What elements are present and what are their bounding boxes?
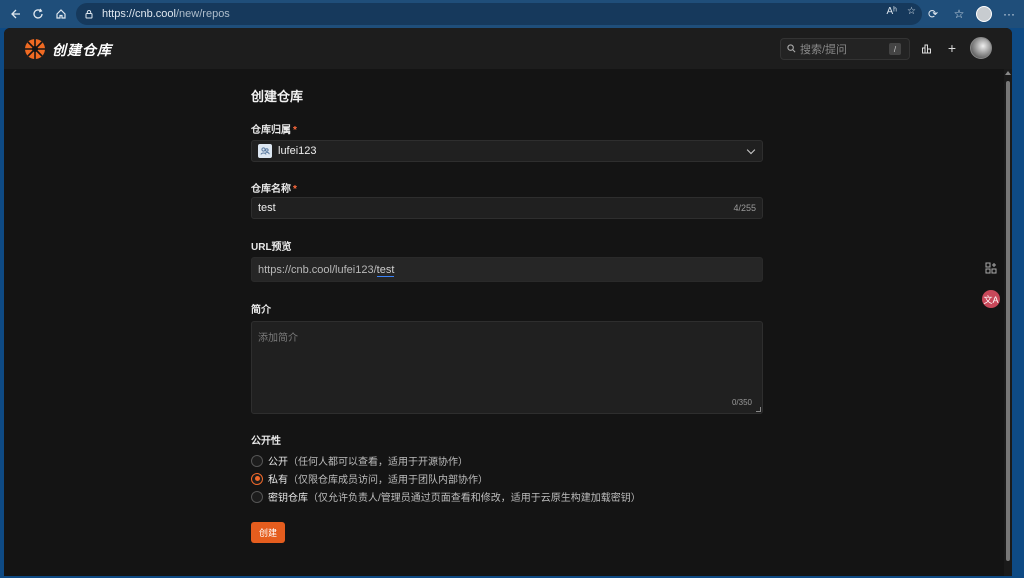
favorites-list-icon[interactable]: ☆: [950, 5, 968, 23]
scroll-up-arrow[interactable]: [1005, 71, 1011, 75]
url-preview-text: https://cnb.cool/lufei123/test: [258, 263, 395, 277]
logo[interactable]: [24, 38, 46, 60]
repo-name-input[interactable]: test 4/255: [251, 197, 763, 219]
owner-label: 仓库归属 *: [251, 125, 297, 136]
favorite-icon[interactable]: ☆: [907, 6, 916, 17]
app-window: 创建仓库 搜索/提问 / + 文A 创建仓库 仓库归属 * lufei123 仓…: [4, 28, 1012, 576]
name-counter: 4/255: [733, 203, 756, 213]
desc-placeholder: 添加简介: [258, 333, 298, 344]
search-icon: [787, 40, 796, 58]
desc-counter: 0/350: [731, 398, 752, 407]
brand-title[interactable]: 创建仓库: [52, 40, 112, 60]
required-mark: *: [293, 125, 297, 136]
profile-avatar[interactable]: [976, 6, 992, 22]
user-avatar[interactable]: [970, 37, 992, 59]
owner-select[interactable]: lufei123: [251, 140, 763, 162]
plus-icon[interactable]: +: [944, 40, 960, 56]
back-icon[interactable]: [4, 3, 26, 25]
search-shortcut: /: [889, 43, 901, 55]
description-textarea[interactable]: 添加简介 0/350: [251, 321, 763, 414]
repo-name-value[interactable]: test: [258, 202, 276, 214]
page-title: 创建仓库: [251, 89, 304, 104]
app-header: 创建仓库 搜索/提问 / +: [4, 28, 1012, 69]
extensions-icon[interactable]: ⟳: [924, 5, 942, 23]
search-placeholder: 搜索/提问: [800, 44, 848, 56]
page-scrollbar[interactable]: [1004, 69, 1012, 576]
radio-public[interactable]: [251, 454, 263, 467]
apps-icon[interactable]: [982, 259, 1000, 277]
chevron-down-icon[interactable]: [746, 145, 756, 155]
lock-icon[interactable]: [82, 7, 96, 21]
browser-toolbar: https://cnb.cool/new/repos Aʰ ☆ ⟳ ☆ ···: [0, 0, 1024, 28]
scroll-thumb[interactable]: [1006, 81, 1010, 561]
address-bar[interactable]: https://cnb.cool/new/repos Aʰ ☆: [76, 3, 922, 25]
visibility-option-private[interactable]: 私有 （仅限仓库成员访问，适用于团队内部协作）: [251, 471, 488, 486]
group-icon: [258, 144, 272, 158]
desc-label: 简介: [251, 305, 271, 316]
url-preview: https://cnb.cool/lufei123/test: [251, 257, 763, 282]
radio-secret[interactable]: [251, 490, 263, 503]
refresh-icon[interactable]: [27, 3, 49, 25]
home-icon[interactable]: [50, 3, 72, 25]
read-aloud-icon[interactable]: Aʰ: [887, 6, 898, 17]
required-mark: *: [293, 184, 297, 195]
more-icon[interactable]: ···: [1000, 5, 1018, 23]
visibility-label: 公开性: [251, 436, 281, 447]
stats-icon[interactable]: [918, 40, 934, 56]
visibility-option-secret[interactable]: 密钥仓库 （仅允许负责人/管理员通过页面查看和修改，适用于云原生构建加载密钥）: [251, 489, 641, 504]
address-url: https://cnb.cool/new/repos: [102, 8, 230, 20]
radio-private[interactable]: [251, 472, 263, 485]
name-label: 仓库名称 *: [251, 184, 297, 195]
owner-value: lufei123: [278, 145, 317, 157]
visibility-option-public[interactable]: 公开 （任何人都可以查看，适用于开源协作）: [251, 453, 468, 468]
translate-icon[interactable]: 文A: [982, 290, 1000, 308]
resize-handle[interactable]: [756, 407, 761, 412]
search-input[interactable]: 搜索/提问 /: [780, 38, 910, 60]
create-button[interactable]: 创建: [251, 522, 285, 543]
url-label: URL预览: [251, 242, 292, 253]
